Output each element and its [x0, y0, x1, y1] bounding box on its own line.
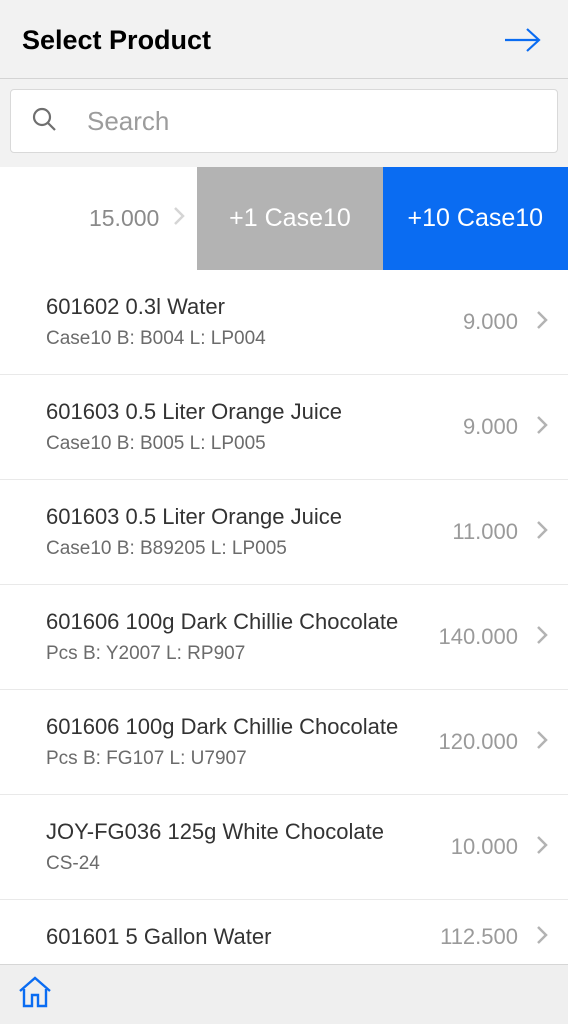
product-qty: 140.000: [422, 624, 518, 650]
product-subtitle: Case10 B: B005 L: LP005: [46, 433, 412, 455]
search-container: [0, 79, 568, 153]
chevron-right-icon: [173, 205, 185, 232]
home-button[interactable]: [16, 973, 54, 1016]
plus-1-button[interactable]: +1 Case10: [197, 167, 382, 270]
chevron-right-icon: [536, 310, 548, 335]
product-qty: 112.500: [422, 924, 518, 950]
chevron-right-icon: [536, 730, 548, 755]
product-title: 601601 5 Gallon Water: [46, 924, 412, 950]
product-row[interactable]: 601603 0.5 Liter Orange Juice Case10 B: B…: [0, 480, 568, 585]
product-row[interactable]: 601606 100g Dark Chillie Chocolate Pcs B:…: [0, 585, 568, 690]
plus-10-label: +10 Case10: [408, 204, 544, 233]
chevron-right-icon: [536, 925, 548, 950]
product-row-main: 601602 0.3l Water Case10 B: B004 L: LP004: [46, 294, 422, 350]
product-list: 601602 0.3l Water Case10 B: B004 L: LP004…: [0, 270, 568, 964]
product-subtitle: Case10 B: B89205 L: LP005: [46, 538, 412, 560]
product-row[interactable]: 601603 0.5 Liter Orange Juice Case10 B: B…: [0, 375, 568, 480]
product-row-main: 601601 5 Gallon Water: [46, 924, 422, 950]
product-row[interactable]: 601606 100g Dark Chillie Chocolate Pcs B:…: [0, 690, 568, 795]
quantity-value-cell[interactable]: 15.000: [0, 167, 197, 270]
product-qty: 9.000: [422, 414, 518, 440]
search-field[interactable]: [10, 89, 558, 153]
product-subtitle: Pcs B: Y2007 L: RP907: [46, 643, 412, 665]
bottom-nav: [0, 964, 568, 1024]
confirm-arrow-button[interactable]: [500, 24, 546, 56]
product-subtitle: CS-24: [46, 853, 412, 875]
product-title: 601602 0.3l Water: [46, 294, 412, 320]
product-subtitle: Case10 B: B004 L: LP004: [46, 328, 412, 350]
product-row[interactable]: 601601 5 Gallon Water 112.500: [0, 900, 568, 964]
product-qty: 9.000: [422, 309, 518, 335]
product-row[interactable]: 601602 0.3l Water Case10 B: B004 L: LP004…: [0, 270, 568, 375]
product-qty: 11.000: [422, 519, 518, 545]
product-row-main: 601603 0.5 Liter Orange Juice Case10 B: B…: [46, 504, 422, 560]
home-icon: [16, 973, 54, 1011]
product-qty: 10.000: [422, 834, 518, 860]
header: Select Product: [0, 0, 568, 79]
arrow-right-icon: [503, 27, 543, 53]
product-row-main: JOY-FG036 125g White Chocolate CS-24: [46, 819, 422, 875]
product-row-main: 601603 0.5 Liter Orange Juice Case10 B: B…: [46, 399, 422, 455]
product-row-main: 601606 100g Dark Chillie Chocolate Pcs B:…: [46, 714, 422, 770]
product-title: 601603 0.5 Liter Orange Juice: [46, 504, 412, 530]
product-row-main: 601606 100g Dark Chillie Chocolate Pcs B:…: [46, 609, 422, 665]
product-title: 601606 100g Dark Chillie Chocolate: [46, 609, 412, 635]
quantity-bar: 15.000 +1 Case10 +10 Case10: [0, 167, 568, 271]
plus-1-label: +1 Case10: [229, 204, 351, 233]
plus-10-button[interactable]: +10 Case10: [383, 167, 568, 270]
search-input[interactable]: [87, 106, 537, 137]
product-subtitle: Pcs B: FG107 L: U7907: [46, 748, 412, 770]
search-icon: [31, 106, 57, 137]
product-title: JOY-FG036 125g White Chocolate: [46, 819, 412, 845]
chevron-right-icon: [536, 415, 548, 440]
product-title: 601603 0.5 Liter Orange Juice: [46, 399, 412, 425]
quantity-value: 15.000: [89, 205, 159, 232]
chevron-right-icon: [536, 520, 548, 545]
chevron-right-icon: [536, 625, 548, 650]
product-row[interactable]: JOY-FG036 125g White Chocolate CS-24 10.00…: [0, 795, 568, 900]
product-list-scroll[interactable]: 601602 0.3l Water Case10 B: B004 L: LP004…: [0, 270, 568, 964]
product-qty: 120.000: [422, 729, 518, 755]
page-title: Select Product: [22, 25, 211, 56]
product-title: 601606 100g Dark Chillie Chocolate: [46, 714, 412, 740]
chevron-right-icon: [536, 835, 548, 860]
